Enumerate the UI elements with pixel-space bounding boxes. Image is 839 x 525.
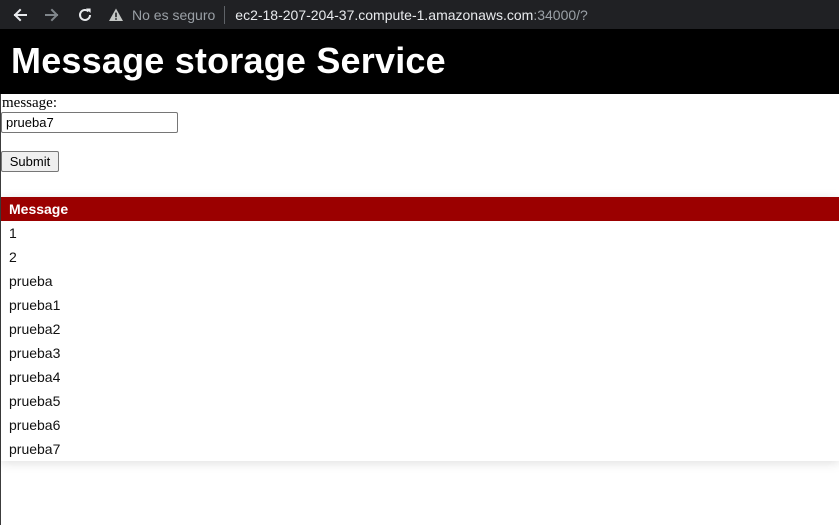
message-input[interactable] <box>1 112 178 133</box>
message-label: message: <box>2 95 57 111</box>
reload-button[interactable] <box>70 0 100 29</box>
message-cell: prueba <box>1 269 839 293</box>
url-port-path[interactable]: :34000/? <box>533 7 588 23</box>
message-cell: prueba7 <box>1 437 839 461</box>
table-row: prueba6 <box>1 413 839 437</box>
table-header-row: Message <box>1 197 839 221</box>
table-row: prueba1 <box>1 293 839 317</box>
back-arrow-icon <box>13 8 27 21</box>
table-row: prueba3 <box>1 341 839 365</box>
table-row: prueba5 <box>1 389 839 413</box>
submit-button[interactable]: Submit <box>1 151 59 172</box>
table-row: prueba4 <box>1 365 839 389</box>
message-cell: prueba3 <box>1 341 839 365</box>
column-header-message: Message <box>1 197 839 221</box>
message-cell: prueba6 <box>1 413 839 437</box>
omnibox-divider <box>224 5 226 24</box>
forward-button[interactable] <box>34 0 70 29</box>
page-content: Message storage Service message: Submit … <box>0 29 839 525</box>
address-bar[interactable]: No es seguro ec2-18-207-204-37.compute-1… <box>108 0 839 29</box>
back-button[interactable] <box>6 0 34 29</box>
page-title: Message storage Service <box>11 40 446 81</box>
message-cell: 1 <box>1 221 839 245</box>
message-cell: prueba5 <box>1 389 839 413</box>
forward-arrow-icon <box>45 8 59 21</box>
message-cell: 2 <box>1 245 839 269</box>
message-cell: prueba2 <box>1 317 839 341</box>
table-row: 2 <box>1 245 839 269</box>
page-header: Message storage Service <box>0 29 839 94</box>
messages-table: Message 1 2 prueba prueba1 prueba2 prueb… <box>1 197 839 461</box>
table-row: prueba7 <box>1 437 839 461</box>
security-label[interactable]: No es seguro <box>132 7 215 23</box>
message-cell: prueba1 <box>1 293 839 317</box>
table-row: prueba2 <box>1 317 839 341</box>
warning-icon[interactable] <box>108 7 124 23</box>
table-row: 1 <box>1 221 839 245</box>
url-host[interactable]: ec2-18-207-204-37.compute-1.amazonaws.co… <box>235 7 533 23</box>
message-cell: prueba4 <box>1 365 839 389</box>
table-row: prueba <box>1 269 839 293</box>
browser-toolbar: No es seguro ec2-18-207-204-37.compute-1… <box>0 0 839 29</box>
reload-icon <box>79 8 91 21</box>
